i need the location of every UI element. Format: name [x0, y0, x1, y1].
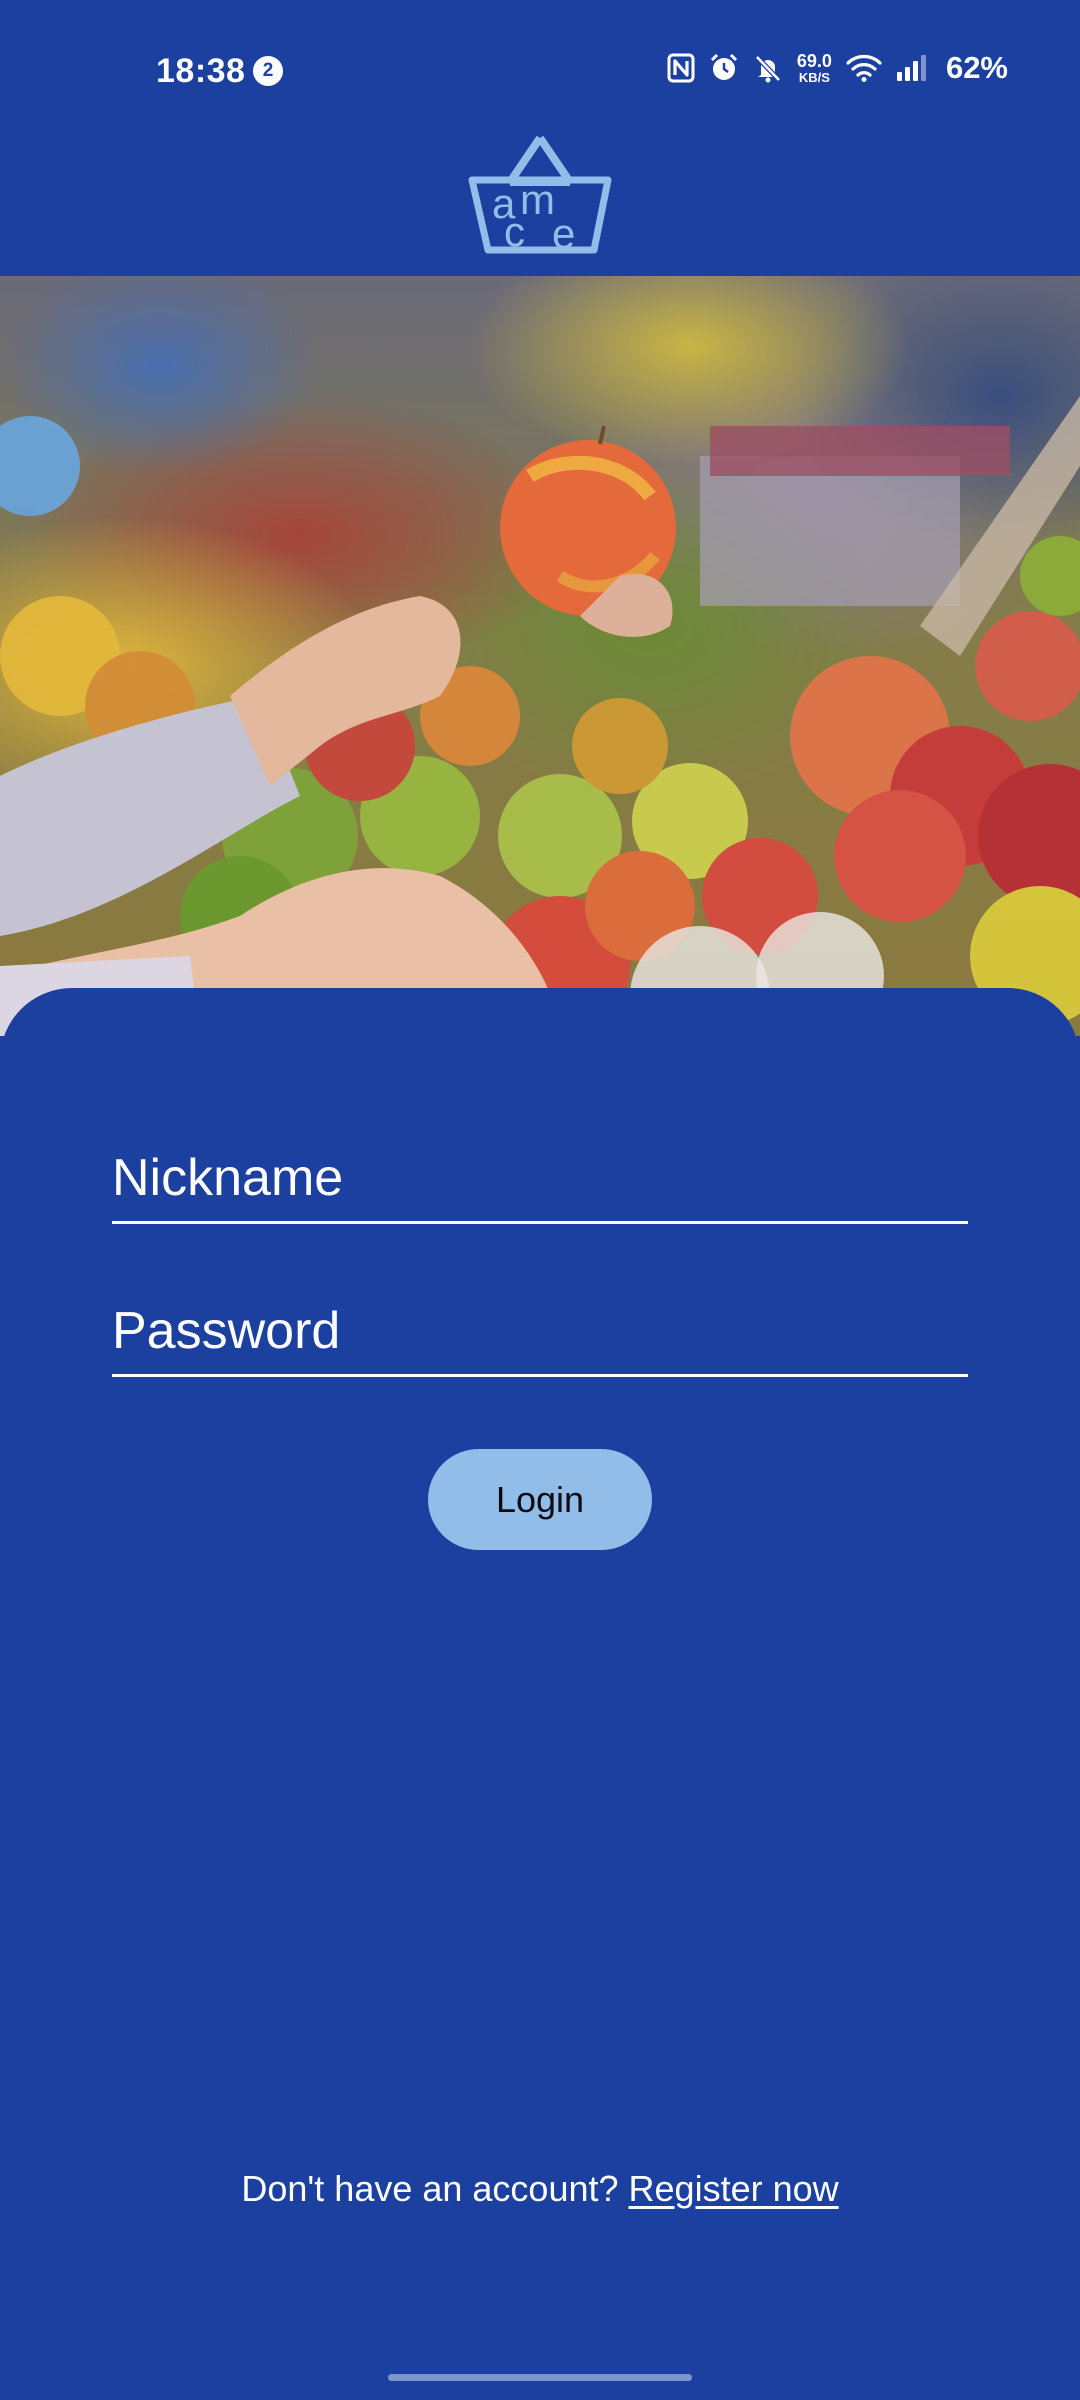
nickname-field[interactable] — [112, 1144, 968, 1224]
register-now-link[interactable]: Register now — [629, 2168, 839, 2209]
battery-level: 62% — [945, 50, 1008, 85]
network-speed-unit: KB/S — [798, 70, 830, 85]
home-indicator[interactable] — [388, 2374, 692, 2381]
logo-letter-e: e — [552, 210, 575, 256]
nickname-input[interactable] — [112, 1144, 968, 1221]
logo-letter-c: c — [504, 208, 525, 255]
status-time: 18:38 — [156, 52, 246, 90]
hero-image — [0, 276, 1080, 1036]
notification-count-badge: 2 — [253, 56, 283, 86]
nfc-icon — [667, 53, 695, 83]
app-logo: a m c e — [466, 132, 614, 257]
network-speed-value: 69.0 — [796, 51, 832, 71]
password-field[interactable] — [112, 1297, 968, 1377]
logo-letter-m: m — [520, 176, 555, 223]
login-button[interactable]: Login — [428, 1449, 652, 1550]
wifi-icon — [846, 54, 882, 82]
network-speed: 69.0 KB/S — [797, 52, 832, 84]
password-input[interactable] — [112, 1297, 968, 1374]
register-prompt: Don't have an account? Register now — [0, 2168, 1080, 2210]
signal-icon — [896, 54, 928, 82]
status-bar: 18:38 2 69.0 KB/S 62% — [0, 0, 1080, 140]
status-icons: 69.0 KB/S 62% — [667, 50, 1008, 86]
alarm-icon — [709, 53, 739, 83]
register-prompt-text: Don't have an account? — [241, 2168, 619, 2209]
bell-muted-icon — [753, 53, 783, 83]
